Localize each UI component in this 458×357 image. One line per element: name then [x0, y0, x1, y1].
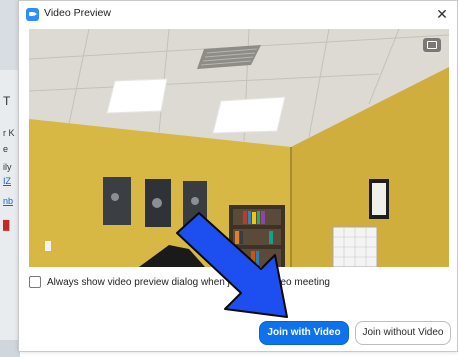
background-marker-fragment: █ [3, 220, 10, 230]
background-text-fragment: e [3, 144, 9, 154]
background-text-fragment: T [3, 94, 11, 108]
background-app: T r K e ily IZ nb █ [0, 0, 20, 357]
join-without-video-button[interactable]: Join without Video [355, 321, 451, 345]
window-title: Video Preview [44, 7, 111, 19]
background-text-fragment: r K [3, 128, 15, 138]
background-link-fragment[interactable]: nb [3, 196, 13, 206]
background-app-header [0, 0, 20, 70]
always-show-preview-checkbox[interactable] [29, 276, 41, 288]
title-bar: Video Preview ✕ [19, 1, 457, 27]
close-button[interactable]: ✕ [431, 3, 453, 25]
background-link-fragment[interactable]: IZ [3, 176, 11, 186]
video-preview-dialog: Video Preview ✕ Always show video previe… [18, 0, 458, 352]
picture-in-picture-icon[interactable] [423, 38, 441, 52]
background-text-fragment: ily [3, 162, 12, 172]
join-with-video-button[interactable]: Join with Video [259, 321, 349, 345]
background-app-footer [0, 340, 20, 357]
annotation-arrow-icon [176, 212, 288, 318]
zoom-app-icon [26, 8, 39, 21]
